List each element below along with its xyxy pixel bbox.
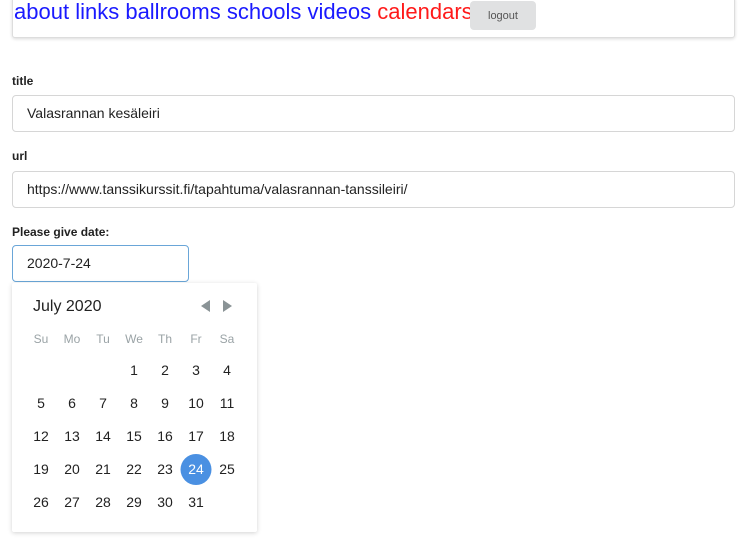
day-cell[interactable]: 19 <box>26 454 57 485</box>
date-label: Please give date: <box>12 225 110 239</box>
day-cell[interactable]: 15 <box>119 421 150 452</box>
nav-link-about[interactable]: about <box>14 0 69 24</box>
weekday-we: We <box>125 332 143 346</box>
day-cell[interactable]: 27 <box>57 487 88 518</box>
next-month-icon[interactable] <box>223 300 232 312</box>
url-input[interactable]: https://www.tanssikurssit.fi/tapahtuma/v… <box>12 171 735 208</box>
day-cell[interactable]: 7 <box>88 388 119 419</box>
prev-month-icon[interactable] <box>201 300 210 312</box>
url-label: url <box>12 149 28 163</box>
day-cell[interactable]: 14 <box>88 421 119 452</box>
day-cell[interactable]: 22 <box>119 454 150 485</box>
day-cell[interactable]: 31 <box>181 487 212 518</box>
date-input[interactable]: 2020-7-24 <box>12 245 189 282</box>
nav-link-videos[interactable]: videos <box>308 0 372 24</box>
day-cell[interactable]: 8 <box>119 388 150 419</box>
nav-link-calendars[interactable]: calendars <box>377 0 472 24</box>
logout-button[interactable]: logout <box>470 1 536 30</box>
day-cell[interactable]: 20 <box>57 454 88 485</box>
day-cell[interactable]: 5 <box>26 388 57 419</box>
day-cell[interactable]: 12 <box>26 421 57 452</box>
day-cell[interactable]: 4 <box>212 355 243 386</box>
title-input[interactable]: Valasrannan kesäleiri <box>12 95 735 132</box>
day-cell[interactable]: 28 <box>88 487 119 518</box>
nav-links: about links ballrooms schools videos cal… <box>14 0 473 25</box>
date-picker: July 2020 Su Mo Tu We Th Fr Sa 1 2 3 4 5 6 7 8 9 10 11 12 1… <box>12 283 257 532</box>
weekday-th: Th <box>157 332 172 346</box>
day-cell[interactable]: 16 <box>150 421 181 452</box>
weekday-sa: Sa <box>219 332 235 346</box>
day-cell[interactable]: 1 <box>119 355 150 386</box>
day-cell[interactable]: 6 <box>57 388 88 419</box>
day-cell[interactable]: 3 <box>181 355 212 386</box>
day-cell[interactable]: 29 <box>119 487 150 518</box>
day-cell[interactable]: 30 <box>150 487 181 518</box>
title-label: title <box>12 74 34 88</box>
weekday-mo: Mo <box>63 332 81 346</box>
day-cell[interactable]: 10 <box>181 388 212 419</box>
weekday-tu: Tu <box>96 332 110 346</box>
top-nav: about links ballrooms schools videos cal… <box>12 0 735 38</box>
day-cell[interactable]: 26 <box>26 487 57 518</box>
selected-day[interactable]: 24 <box>180 454 212 485</box>
nav-link-links[interactable]: links <box>75 0 119 24</box>
day-cell[interactable]: 11 <box>212 388 243 419</box>
day-cell[interactable]: 25 <box>212 454 243 485</box>
weekday-fr: Fr <box>190 332 202 346</box>
day-cell[interactable]: 2 <box>150 355 181 386</box>
day-cell[interactable]: 21 <box>88 454 119 485</box>
day-cell[interactable]: 13 <box>57 421 88 452</box>
nav-link-schools[interactable]: schools <box>227 0 302 24</box>
day-cell[interactable]: 17 <box>181 421 212 452</box>
day-cell[interactable]: 18 <box>212 421 243 452</box>
nav-link-ballrooms[interactable]: ballrooms <box>125 0 220 24</box>
day-cell[interactable]: 23 <box>150 454 181 485</box>
month-label: July 2020 <box>33 298 102 315</box>
weekday-su: Su <box>33 332 49 346</box>
day-cell[interactable]: 9 <box>150 388 181 419</box>
